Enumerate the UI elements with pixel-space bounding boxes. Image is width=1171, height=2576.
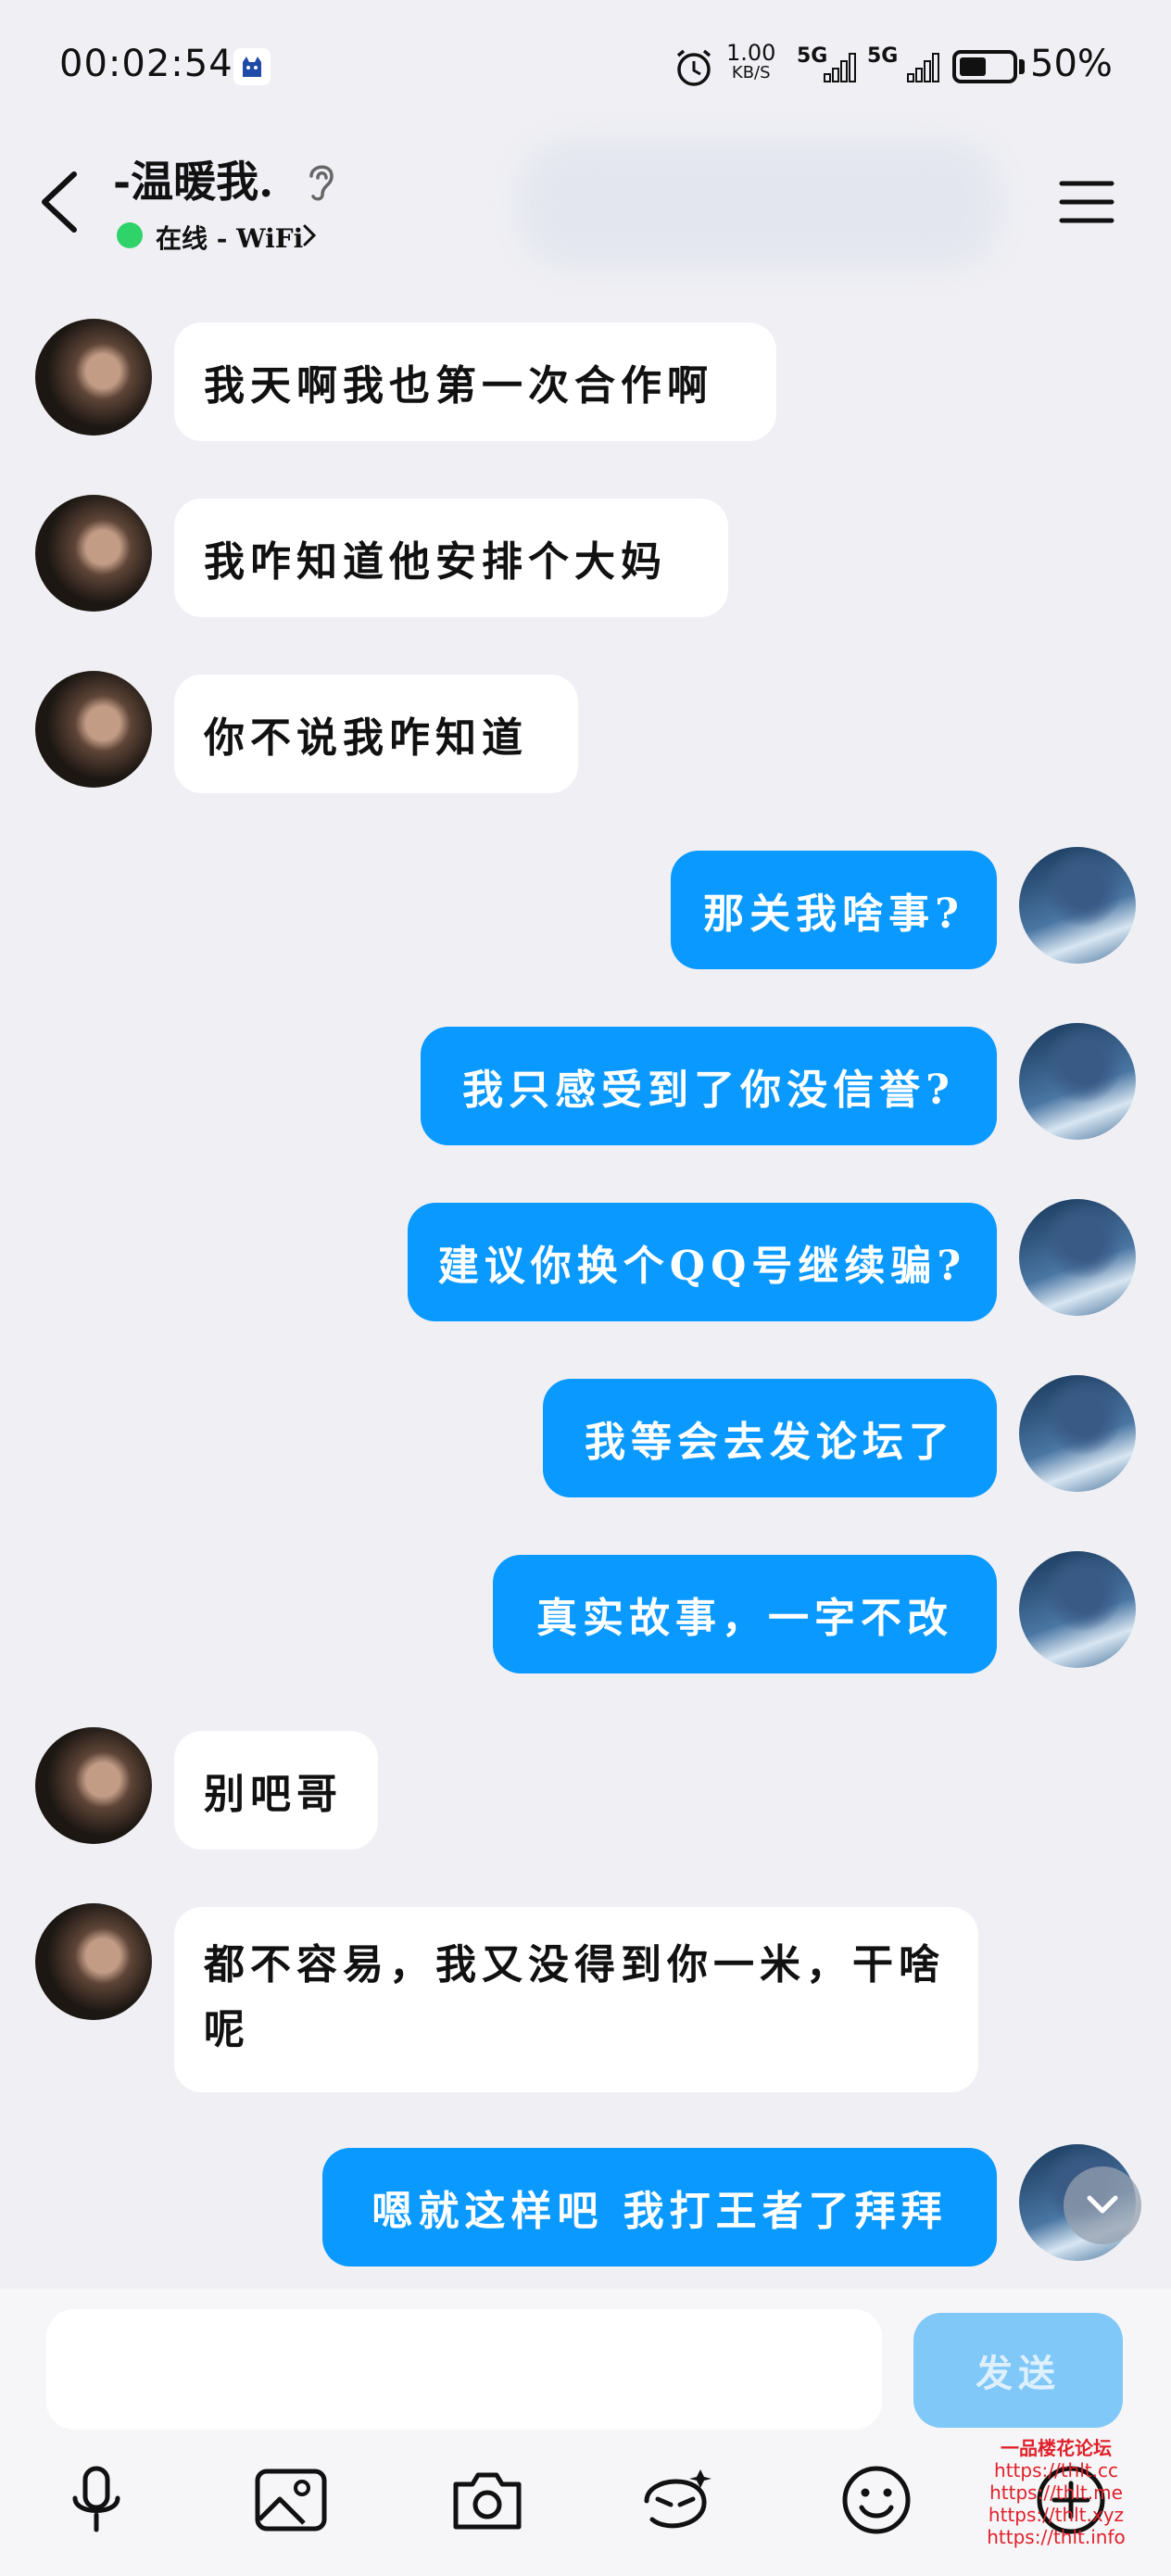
speed-value: 1.00 (726, 40, 776, 66)
message-bubble-outgoing[interactable]: 嗯就这样吧 我打王者了拜拜 (322, 2148, 997, 2267)
image-icon[interactable] (252, 2461, 330, 2539)
emoji-icon[interactable] (837, 2461, 915, 2539)
watermark-line: https://thlt.cc (994, 2459, 1118, 2481)
speed-unit: KB/S (731, 63, 771, 82)
my-avatar[interactable] (1019, 1375, 1136, 1492)
blurred-area (519, 139, 1001, 269)
contact-avatar[interactable] (35, 1903, 152, 2020)
my-avatar[interactable] (1019, 847, 1136, 964)
my-avatar[interactable] (1019, 1023, 1136, 1140)
battery-level (960, 57, 986, 76)
message-bubble-outgoing[interactable]: 我只感受到了你没信誉? (421, 1027, 997, 1145)
chevron-right-icon[interactable] (300, 222, 319, 252)
message-bubble-outgoing[interactable]: 那关我啥事? (671, 851, 997, 969)
watermark-line: https://thlt.xyz (988, 2504, 1125, 2526)
message-bubble-incoming[interactable]: 我天啊我也第一次合作啊 (174, 322, 776, 441)
contact-avatar[interactable] (35, 319, 152, 436)
status-time: 00:02:54 (59, 43, 233, 85)
contact-avatar[interactable] (35, 1727, 152, 1844)
message-bubble-incoming[interactable]: 你不说我咋知道 (174, 675, 578, 793)
network-speed: 1.00 KB/S (726, 40, 776, 83)
contact-avatar[interactable] (35, 671, 152, 788)
sticker-icon[interactable] (639, 2461, 717, 2539)
status-bar: 00:02:54 1.00 KB/S 5G 5G 50% (0, 0, 1171, 130)
message-bubble-outgoing[interactable]: 建议你换个QQ号继续骗? (408, 1203, 997, 1321)
chevron-left-icon (42, 171, 77, 233)
watermark-title: 一品楼花论坛 (1001, 2437, 1112, 2459)
watermark-line: https://thlt.info (987, 2526, 1126, 2548)
message-bubble-outgoing[interactable]: 真实故事，一字不改 (493, 1555, 997, 1673)
online-status-dot (117, 222, 143, 248)
chevron-down-icon (1087, 2195, 1118, 2214)
ear-icon[interactable] (302, 158, 339, 208)
camera-icon[interactable] (448, 2461, 526, 2539)
scroll-to-bottom-button[interactable] (1064, 2166, 1141, 2244)
contact-avatar[interactable] (35, 495, 152, 612)
my-avatar[interactable] (1019, 1551, 1136, 1668)
message-bubble-incoming[interactable]: 我咋知道他安排个大妈 (174, 499, 728, 617)
back-button[interactable] (33, 165, 89, 239)
watermark: 一品楼花论坛 https://thlt.cc https://thlt.me h… (963, 2437, 1149, 2548)
message-bubble-incoming[interactable]: 别吧哥 (174, 1731, 378, 1850)
battery-percent: 50% (1030, 43, 1113, 85)
send-button[interactable]: 发送 (913, 2313, 1123, 2428)
battery-tip (1019, 59, 1025, 74)
message-bubble-incoming[interactable]: 都不容易，我又没得到你一米，干啥呢 (174, 1907, 978, 2092)
watermark-line: https://thlt.me (989, 2481, 1123, 2504)
my-avatar[interactable] (1019, 1199, 1136, 1316)
message-input[interactable] (46, 2309, 882, 2430)
online-status-text[interactable]: 在线 - WiFi (156, 219, 303, 256)
contact-name[interactable]: -温暖我. (113, 148, 273, 209)
message-bubble-outgoing[interactable]: 我等会去发论坛了 (543, 1379, 997, 1497)
alarm-icon (673, 46, 715, 93)
microphone-icon[interactable] (57, 2461, 135, 2539)
network-type-2: 5G (867, 44, 899, 68)
cat-app-icon (233, 48, 271, 85)
menu-icon[interactable] (1058, 176, 1115, 228)
signal-icon-2 (906, 52, 943, 87)
signal-icon-1 (823, 52, 860, 87)
